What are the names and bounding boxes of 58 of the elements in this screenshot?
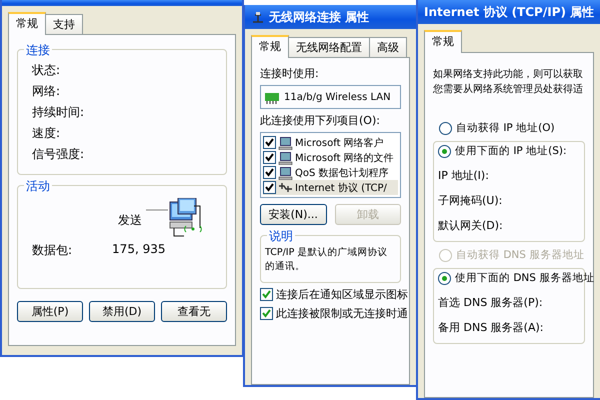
tab[interactable]: 常规 (8, 12, 46, 35)
tab[interactable]: 常规 (424, 30, 462, 53)
list-item[interactable]: Microsoft 网络的文件 (263, 150, 398, 165)
checkbox[interactable] (263, 151, 276, 164)
checkbox-label: 连接后在通知区域显示图标 (276, 287, 408, 302)
dialog-button[interactable]: 查看无 (161, 301, 227, 322)
checkbox[interactable] (263, 166, 276, 179)
group-title: 连接 (24, 42, 52, 59)
dialog-button[interactable]: 禁用(D) (89, 301, 155, 322)
field-label: 备用 DNS 服务器(A): (438, 320, 544, 335)
list-item[interactable]: Microsoft 网络客户 (263, 135, 398, 150)
checkbox[interactable] (260, 307, 273, 320)
tab[interactable]: 无线网络配置 (288, 37, 370, 57)
list-item[interactable]: Internet 协议 (TCP/ (263, 180, 398, 195)
group-title: 说明 (267, 228, 295, 245)
field-label: 速度: (32, 125, 62, 142)
window-title: Internet 协议 (TCP/IP) 属性 (424, 4, 594, 20)
checkbox[interactable] (263, 181, 276, 194)
computer-icon (278, 166, 293, 180)
field-label: 首选 DNS 服务器(P): (438, 295, 544, 310)
radio-label: 自动获得 IP 地址(O) (456, 121, 555, 135)
group-title: 活动 (24, 178, 52, 195)
computer-icon (278, 150, 293, 164)
radio-label: 使用下面的 IP 地址(S): (455, 144, 566, 158)
field-label: 网络: (32, 83, 62, 100)
adapter-name: 11a/b/g Wireless LAN (284, 92, 391, 102)
network-cable-icon (278, 180, 293, 194)
description-text: TCP/IP 是默认的广域网协议 的通讯。 (265, 246, 388, 274)
column-label: 发送 (118, 212, 142, 228)
intro-text: 如果网络支持此功能，则可以获取 您需要从网络系统管理员处获得适 (433, 68, 584, 97)
computer-icon (278, 136, 293, 150)
field-label: 默认网关(D): (438, 218, 504, 233)
field-label: 连接时使用: (260, 66, 320, 81)
radio-button[interactable] (438, 144, 451, 158)
field-label: 信号强度: (32, 146, 86, 163)
tab[interactable]: 支持 (45, 14, 83, 34)
field-label: 状态: (32, 62, 62, 79)
field-label: 持续时间: (32, 104, 86, 121)
radio-button[interactable] (438, 272, 451, 284)
checkbox[interactable] (260, 288, 273, 301)
dialog-button[interactable]: 安装(N)... (260, 204, 326, 225)
list-item[interactable]: QoS 数据包计划程序 (263, 165, 398, 180)
field-label: 此连接使用下列项目(O): (260, 113, 381, 128)
packet-count: 175, 935 (112, 242, 166, 258)
radio-button[interactable] (439, 122, 452, 134)
field-label: IP 地址(I): (438, 168, 490, 183)
window-title: 无线网络连接 属性 (269, 8, 370, 26)
network-card-icon (265, 90, 279, 104)
tab[interactable]: 常规 (251, 35, 289, 58)
field-label: 子网掩码(U): (438, 193, 504, 208)
radio-label: 使用下面的 DNS 服务器地址 (455, 271, 594, 285)
dialog-button[interactable]: 属性(P) (17, 301, 83, 322)
antenna-icon (251, 10, 265, 24)
checkbox[interactable] (263, 136, 276, 149)
checkbox-label: 此连接被限制或无连接时通 (276, 306, 408, 321)
radio-label: 自动获得 DNS 服务器地址 (456, 248, 584, 262)
tab[interactable]: 高级 (369, 37, 407, 57)
row-label: 数据包: (32, 242, 72, 259)
